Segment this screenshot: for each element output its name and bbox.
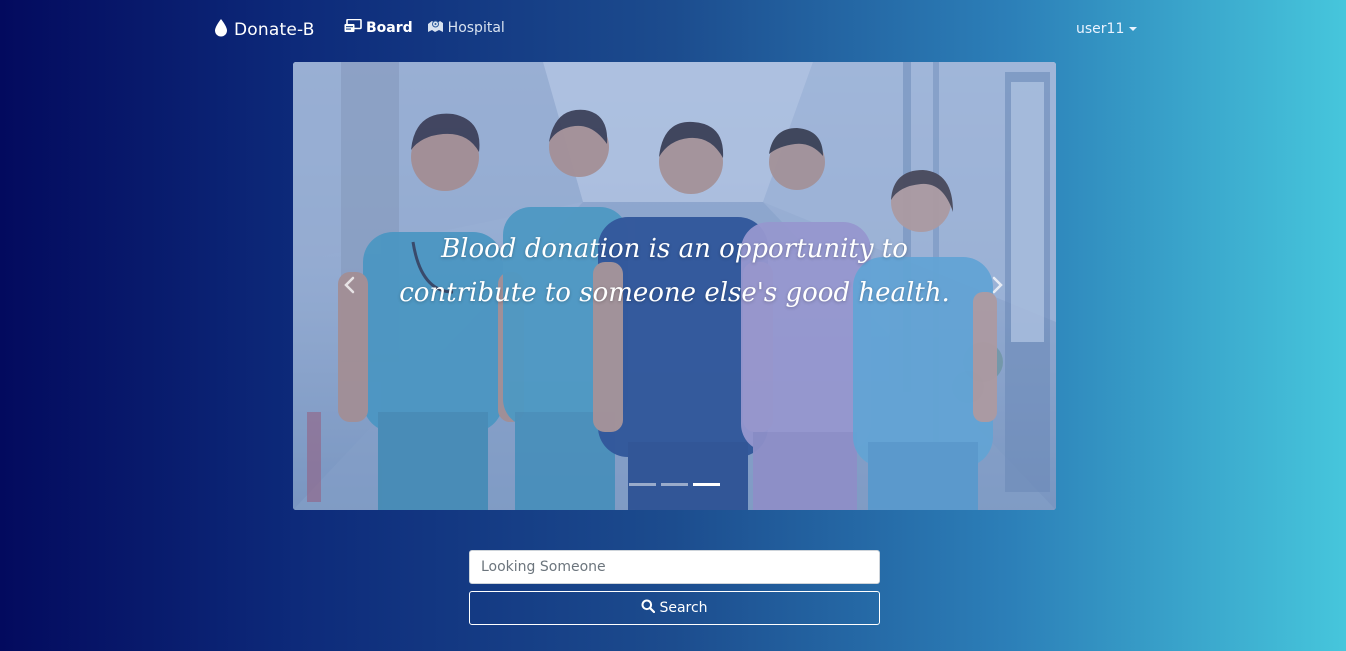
carousel-next-button[interactable]	[983, 270, 1013, 300]
carousel-indicator-active[interactable]	[693, 483, 720, 486]
hero-carousel: Blood donation is an opportunity to cont…	[293, 62, 1056, 510]
nav-link-board-label: Board	[366, 20, 413, 36]
nav-links: Board Hospital	[344, 18, 505, 37]
brand-name: Donate-B	[234, 20, 315, 40]
brand-link[interactable]: Donate-B	[214, 18, 315, 42]
nav-link-hospital[interactable]: Hospital	[427, 19, 505, 37]
nav-link-hospital-label: Hospital	[447, 20, 505, 36]
chevron-left-icon	[344, 276, 355, 294]
search-input[interactable]	[469, 550, 880, 584]
carousel-prev-button[interactable]	[334, 270, 364, 300]
caret-down-icon	[1129, 27, 1138, 31]
user-menu-dropdown[interactable]: user11	[1076, 21, 1138, 37]
board-icon	[344, 18, 362, 37]
search-button[interactable]: Search	[469, 591, 880, 625]
carousel-indicator[interactable]	[629, 483, 656, 486]
hospital-icon	[427, 19, 444, 37]
caption-line-1: Blood donation is an opportunity to	[441, 234, 908, 264]
search-icon	[641, 599, 656, 617]
user-name: user11	[1076, 21, 1125, 37]
carousel-indicator[interactable]	[661, 483, 688, 486]
blood-drop-icon	[214, 19, 228, 41]
caption-line-2: contribute to someone else's good health…	[399, 278, 950, 308]
nav-link-board[interactable]: Board	[344, 18, 413, 37]
carousel-indicators	[293, 483, 1056, 486]
chevron-right-icon	[992, 276, 1003, 294]
slide-caption: Blood donation is an opportunity to cont…	[293, 227, 1056, 315]
navbar: Donate-B Board Hospital user11	[0, 0, 1346, 60]
search-button-label: Search	[659, 600, 708, 616]
